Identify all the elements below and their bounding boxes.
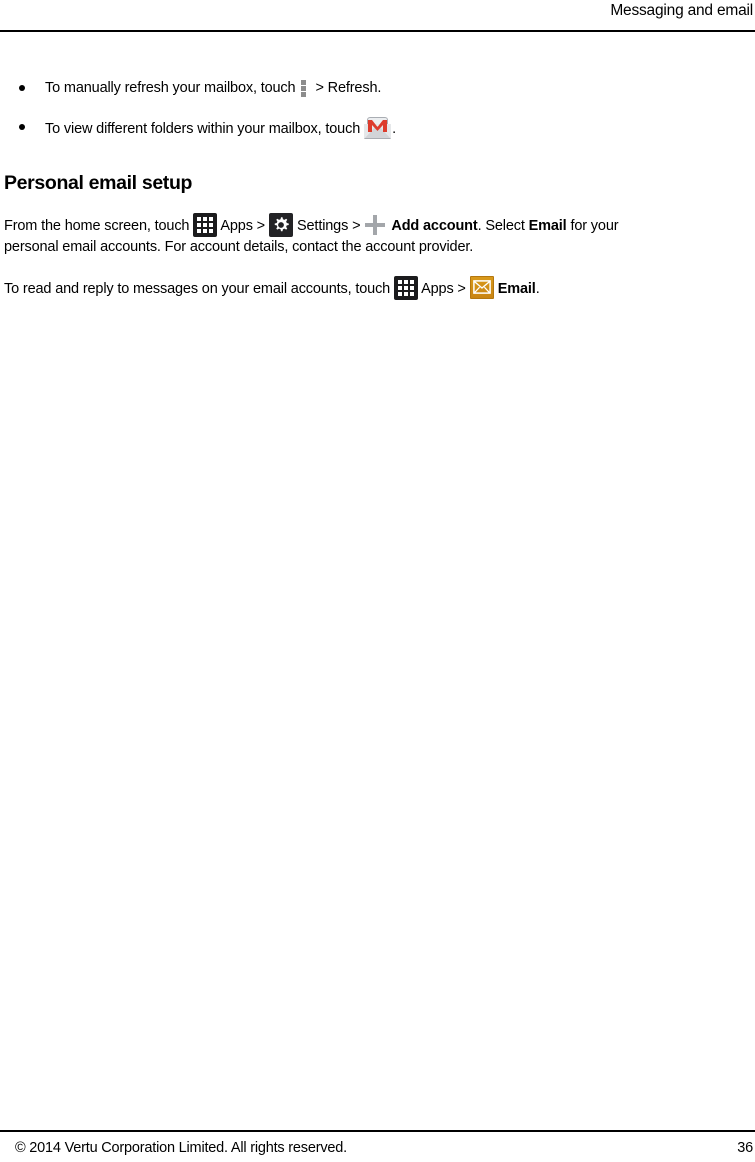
text-segment: Settings > [297,218,361,234]
header-rule [0,30,755,32]
text-segment-bold: Email [497,281,536,297]
paragraph-line: From the home screen, touch Apps > Setting… [4,213,752,237]
text-segment-bold: Email [528,218,567,234]
paragraph-personal-email-setup: From the home screen, touch Apps > Setting… [4,213,752,258]
plus-icon [365,215,386,235]
paragraph-line: personal email accounts. For account det… [4,239,474,255]
paragraph-line: To read and reply to messages on your em… [4,276,752,300]
page-number: 36 [737,1140,753,1156]
copyright-text: © 2014 Vertu Corporation Limited. All ri… [15,1140,347,1156]
apps-launcher-icon [394,276,419,300]
bullet-text-after: > Refresh. [315,80,382,96]
text-segment: . [535,281,540,297]
apps-launcher-icon [193,213,218,237]
bullet-list: To manually refresh your mailbox, touch >… [0,78,755,158]
paragraph-read-reply: To read and reply to messages on your em… [4,276,752,300]
text-segment-bold: Add account [391,218,478,234]
bullet-text-before: To view different folders within your ma… [45,121,361,138]
text-segment: Apps > [220,218,265,234]
text-segment: To read and reply to messages on your em… [4,281,391,297]
bullet-text-before: To manually refresh your mailbox, touch [45,80,296,96]
list-item: To view different folders within your ma… [0,117,755,140]
text-segment: From the home screen, touch [4,218,190,234]
email-app-icon [469,276,494,299]
header-title: Messaging and email [610,2,753,19]
list-item: To manually refresh your mailbox, touch >… [0,78,755,98]
page-footer: © 2014 Vertu Corporation Limited. All ri… [0,1138,755,1162]
text-segment: for your [570,218,619,234]
text-segment: . Select [477,218,525,234]
overflow-menu-icon [301,78,307,98]
text-segment: Apps > [421,281,466,297]
bullet-marker-icon [19,85,25,91]
page-header: Messaging and email [0,0,755,31]
settings-gear-icon [269,213,293,237]
bullet-text-after: . [392,121,397,138]
bullet-marker-icon [19,124,25,131]
section-heading: Personal email setup [4,172,193,194]
gmail-envelope-icon [364,117,392,140]
footer-rule [0,1130,755,1132]
